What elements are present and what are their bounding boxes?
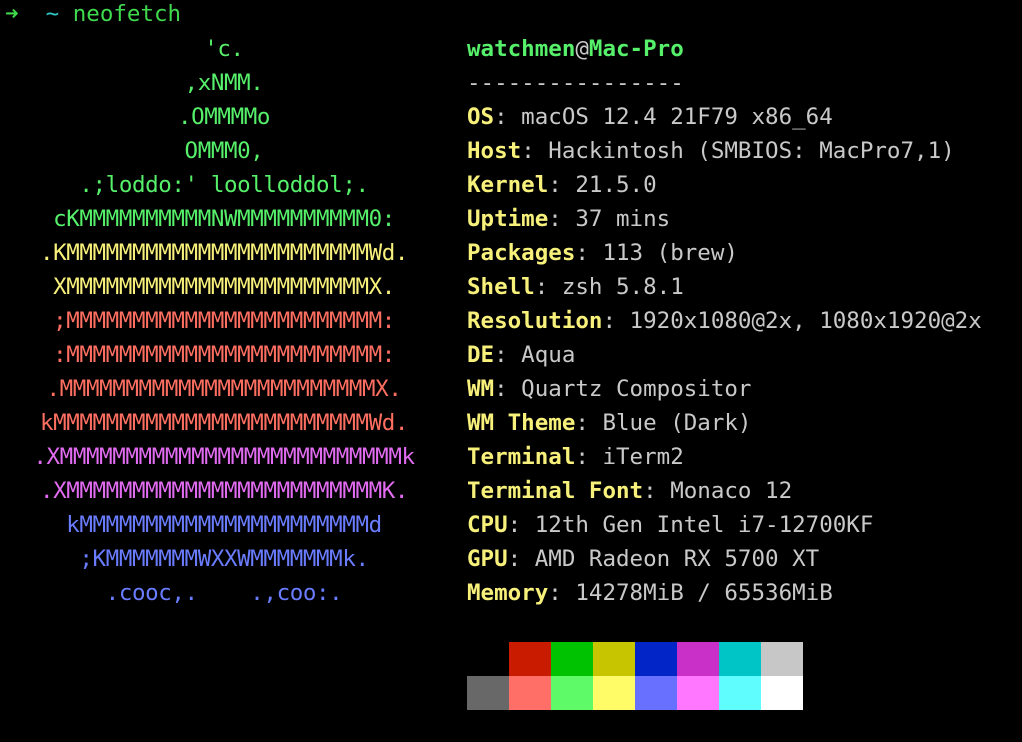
info-key: WM bbox=[467, 376, 495, 402]
normal-color-swatch bbox=[761, 642, 803, 676]
info-key: WM Theme bbox=[467, 410, 576, 436]
info-key: GPU bbox=[467, 546, 508, 572]
info-value: : iTerm2 bbox=[575, 444, 684, 470]
info-value: : 12th Gen Intel i7-12700KF bbox=[507, 512, 874, 538]
info-row: Terminal Font: Monaco 12 bbox=[467, 474, 1017, 508]
info-value: : 37 mins bbox=[548, 206, 671, 232]
prompt-arrow-icon: ➜ bbox=[5, 1, 19, 27]
info-row: Packages: 113 (brew) bbox=[467, 236, 1017, 270]
logo-line: cKMMMMMMMMMMNWMMMMMMMMMM0: bbox=[53, 206, 395, 232]
info-key: DE bbox=[467, 342, 495, 368]
info-row: WM: Quartz Compositor bbox=[467, 372, 1017, 406]
info-value: : macOS 12.4 21F79 x86_64 bbox=[494, 104, 833, 130]
info-value: : Aqua bbox=[494, 342, 576, 368]
logo-line: 'c. bbox=[204, 36, 244, 62]
logo-line: .KMMMMMMMMMMMMMMMMMMMMMMMWd. bbox=[39, 240, 409, 266]
logo-line: ,xNMM. bbox=[184, 70, 264, 96]
info-value: : 21.5.0 bbox=[548, 172, 657, 198]
logo-line: XMMMMMMMMMMMMMMMMMMMMMMMX. bbox=[53, 274, 395, 300]
title-separator: ---------------- bbox=[467, 70, 684, 96]
info-value: : zsh 5.8.1 bbox=[534, 274, 684, 300]
info-key: Memory bbox=[467, 580, 549, 606]
prompt-command: neofetch bbox=[72, 1, 182, 27]
logo-line: :MMMMMMMMMMMMMMMMMMMMMMMM: bbox=[53, 342, 395, 368]
logo-line: kMMMMMMMMMMMMMMMMMMMMMMd bbox=[66, 512, 382, 538]
info-key: Terminal bbox=[467, 444, 576, 470]
info-row: Resolution: 1920x1080@2x, 1080x1920@2x bbox=[467, 304, 1017, 338]
normal-color-swatch bbox=[467, 642, 509, 676]
bright-color-swatch bbox=[467, 676, 509, 710]
bright-color-swatch bbox=[551, 676, 593, 710]
info-key: Terminal Font bbox=[467, 478, 644, 504]
info-row: DE: Aqua bbox=[467, 338, 1017, 372]
info-value: : 1920x1080@2x, 1080x1920@2x bbox=[602, 308, 982, 334]
logo-line: ;KMMMMMMMWXXWMMMMMMMk. bbox=[79, 546, 369, 572]
user-host-title: watchmen@Mac-Pro bbox=[467, 32, 1017, 66]
info-value: : 14278MiB / 65536MiB bbox=[548, 580, 833, 606]
normal-color-swatch bbox=[593, 642, 635, 676]
logo-line: .OMMMMo bbox=[177, 104, 271, 130]
info-row: Host: Hackintosh (SMBIOS: MacPro7,1) bbox=[467, 134, 1017, 168]
info-row: Terminal: iTerm2 bbox=[467, 440, 1017, 474]
info-key: OS bbox=[467, 104, 495, 130]
info-fields: OS: macOS 12.4 21F79 x86_64 Host: Hackint… bbox=[467, 100, 1017, 610]
info-key: CPU bbox=[467, 512, 508, 538]
info-key: Resolution bbox=[467, 308, 603, 334]
at-sign: @ bbox=[575, 36, 589, 62]
info-value: : Blue (Dark) bbox=[575, 410, 752, 436]
prompt-cwd: ~ bbox=[45, 1, 60, 27]
normal-color-swatch bbox=[635, 642, 677, 676]
info-row: Kernel: 21.5.0 bbox=[467, 168, 1017, 202]
logo-line: .cooc,. .,coo:. bbox=[105, 580, 343, 606]
logo-line: .XMMMMMMMMMMMMMMMMMMMMMMMMK. bbox=[39, 478, 409, 504]
info-value: : AMD Radeon RX 5700 XT bbox=[507, 546, 820, 572]
normal-color-swatch bbox=[509, 642, 551, 676]
username: watchmen bbox=[467, 36, 576, 62]
info-value: : Hackintosh (SMBIOS: MacPro7,1) bbox=[521, 138, 955, 164]
bright-color-swatch bbox=[677, 676, 719, 710]
apple-ascii-logo: 'c. ,xNMM. .OMMMMo OMMM0, .;loddo:' loollodd… bbox=[4, 32, 444, 610]
bright-color-swatch bbox=[635, 676, 677, 710]
info-row: GPU: AMD Radeon RX 5700 XT bbox=[467, 542, 1017, 576]
info-row: Uptime: 37 mins bbox=[467, 202, 1017, 236]
info-key: Shell bbox=[467, 274, 535, 300]
info-row: Memory: 14278MiB / 65536MiB bbox=[467, 576, 1017, 610]
palette-bright-row bbox=[467, 676, 803, 710]
info-row: Shell: zsh 5.8.1 bbox=[467, 270, 1017, 304]
info-row: WM Theme: Blue (Dark) bbox=[467, 406, 1017, 440]
logo-line: OMMM0, bbox=[184, 138, 264, 164]
info-value: : 113 (brew) bbox=[575, 240, 738, 266]
palette-normal-row bbox=[467, 642, 803, 676]
system-info-panel: watchmen@Mac-Pro ---------------- OS: ma… bbox=[467, 32, 1017, 610]
normal-color-swatch bbox=[677, 642, 719, 676]
color-palette bbox=[467, 642, 803, 710]
bright-color-swatch bbox=[593, 676, 635, 710]
logo-line: .MMMMMMMMMMMMMMMMMMMMMMMMX. bbox=[46, 376, 402, 402]
info-key: Uptime bbox=[467, 206, 549, 232]
info-value: : Quartz Compositor bbox=[494, 376, 752, 402]
info-value: : Monaco 12 bbox=[643, 478, 793, 504]
bright-color-swatch bbox=[761, 676, 803, 710]
logo-line: kMMMMMMMMMMMMMMMMMMMMMMMMWd. bbox=[39, 410, 409, 436]
hostname: Mac-Pro bbox=[588, 36, 684, 62]
logo-line: ;MMMMMMMMMMMMMMMMMMMMMMMM: bbox=[53, 308, 395, 334]
normal-color-swatch bbox=[551, 642, 593, 676]
info-row: CPU: 12th Gen Intel i7-12700KF bbox=[467, 508, 1017, 542]
logo-line: .;loddo:' loolloddol;. bbox=[79, 172, 369, 198]
info-key: Kernel bbox=[467, 172, 549, 198]
normal-color-swatch bbox=[719, 642, 761, 676]
info-row: OS: macOS 12.4 21F79 x86_64 bbox=[467, 100, 1017, 134]
shell-prompt: ➜ ~ neofetch bbox=[5, 0, 181, 28]
info-key: Host bbox=[467, 138, 522, 164]
info-key: Packages bbox=[467, 240, 576, 266]
logo-line: .XMMMMMMMMMMMMMMMMMMMMMMMMMMk bbox=[33, 444, 415, 470]
bright-color-swatch bbox=[719, 676, 761, 710]
bright-color-swatch bbox=[509, 676, 551, 710]
